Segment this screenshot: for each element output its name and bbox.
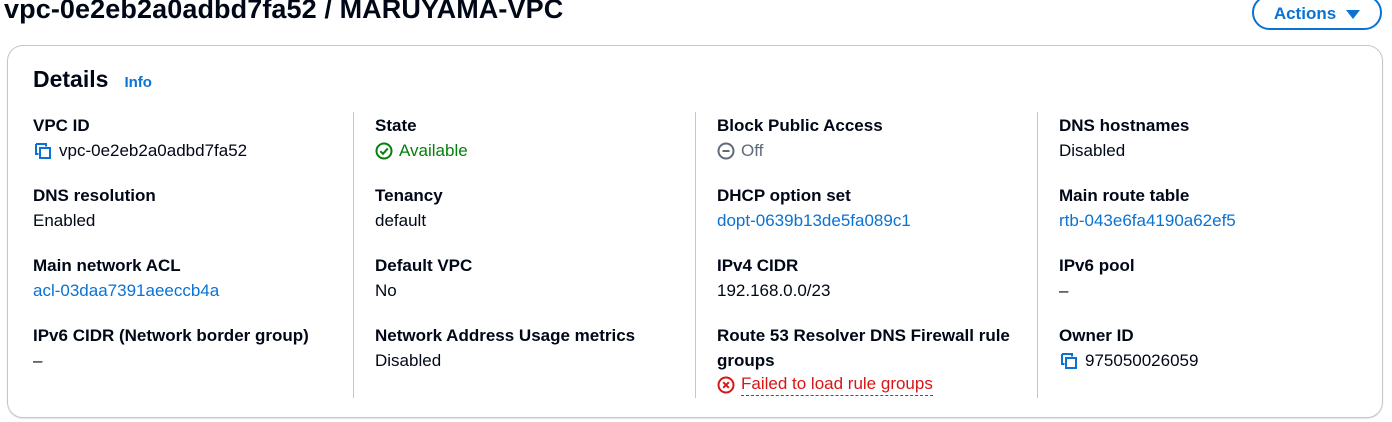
field-label: Block Public Access bbox=[717, 116, 883, 135]
dhcp-option-set-link[interactable]: dopt-0639b13de5fa089c1 bbox=[717, 208, 911, 233]
vpc-id-value: vpc-0e2eb2a0adbd7fa52 bbox=[59, 141, 248, 160]
field-label: Network Address Usage metrics bbox=[375, 326, 636, 345]
field-label: Route 53 Resolver DNS Firewall rule grou… bbox=[717, 326, 1010, 370]
minus-circle-icon bbox=[717, 142, 735, 160]
field-label: DNS resolution bbox=[33, 186, 156, 205]
field-route53-firewall: Route 53 Resolver DNS Firewall rule grou… bbox=[717, 323, 1037, 396]
copy-icon[interactable] bbox=[33, 141, 53, 161]
check-circle-icon bbox=[375, 142, 393, 160]
field-value-row: Available bbox=[375, 138, 695, 163]
details-grid: VPC ID vpc-0e2eb2a0adbd7fa52 DNS resolut… bbox=[8, 112, 1382, 402]
page-title: vpc-0e2eb2a0adbd7fa52 / MARUYAMA-VPC bbox=[4, 0, 564, 24]
main-route-table-link[interactable]: rtb-043e6fa4190a62ef5 bbox=[1059, 208, 1236, 233]
field-label: DNS hostnames bbox=[1059, 116, 1190, 135]
field-value-row: Off bbox=[717, 138, 1037, 163]
details-column-1: VPC ID vpc-0e2eb2a0adbd7fa52 DNS resolut… bbox=[33, 112, 375, 398]
main-network-acl-link[interactable]: acl-03daa7391aeeccb4a bbox=[33, 278, 219, 303]
state-value: Available bbox=[399, 141, 468, 160]
field-ipv6-pool: IPv6 pool – bbox=[1059, 253, 1379, 303]
field-label: Tenancy bbox=[375, 186, 443, 205]
details-column-4: DNS hostnames Disabled Main route table … bbox=[1037, 112, 1379, 398]
block-public-access-value: Off bbox=[741, 141, 764, 160]
field-default-vpc: Default VPC No bbox=[375, 253, 695, 303]
field-label: Main network ACL bbox=[33, 256, 181, 275]
field-nau-metrics: Network Address Usage metrics Disabled bbox=[375, 323, 695, 373]
caret-down-icon bbox=[1346, 9, 1361, 19]
details-header: Details Info bbox=[33, 66, 152, 93]
field-state: State Available bbox=[375, 113, 695, 163]
field-label: DHCP option set bbox=[717, 186, 851, 205]
details-title: Details bbox=[33, 66, 109, 92]
field-label: IPv6 CIDR (Network border group) bbox=[33, 326, 309, 345]
dns-hostnames-value: Disabled bbox=[1059, 141, 1126, 160]
actions-button-label: Actions bbox=[1273, 3, 1337, 23]
details-column-2: State Available Tenancy default Default … bbox=[353, 112, 695, 398]
field-vpc-id: VPC ID vpc-0e2eb2a0adbd7fa52 bbox=[33, 113, 353, 163]
default-vpc-value: No bbox=[375, 281, 397, 300]
x-circle-icon bbox=[717, 376, 735, 394]
owner-id-value: 975050026059 bbox=[1085, 351, 1199, 370]
field-main-route-table: Main route table rtb-043e6fa4190a62ef5 bbox=[1059, 183, 1379, 233]
field-label: VPC ID bbox=[33, 116, 90, 135]
field-dns-hostnames: DNS hostnames Disabled bbox=[1059, 113, 1379, 163]
dns-resolution-value: Enabled bbox=[33, 211, 96, 230]
nau-metrics-value: Disabled bbox=[375, 351, 442, 370]
field-value-row: 975050026059 bbox=[1059, 348, 1379, 373]
info-link[interactable]: Info bbox=[124, 74, 152, 91]
field-block-public-access: Block Public Access Off bbox=[717, 113, 1037, 163]
field-value-row: Failed to load rule groups bbox=[717, 373, 1037, 396]
field-label: Owner ID bbox=[1059, 326, 1134, 345]
ipv6-pool-value: – bbox=[1059, 281, 1069, 300]
field-label: Default VPC bbox=[375, 256, 473, 275]
field-label: IPv4 CIDR bbox=[717, 256, 799, 275]
field-tenancy: Tenancy default bbox=[375, 183, 695, 233]
copy-icon[interactable] bbox=[1059, 351, 1079, 371]
field-owner-id: Owner ID 975050026059 bbox=[1059, 323, 1379, 373]
field-value-row: vpc-0e2eb2a0adbd7fa52 bbox=[33, 138, 353, 163]
field-ipv4-cidr: IPv4 CIDR 192.168.0.0/23 bbox=[717, 253, 1037, 303]
field-main-network-acl: Main network ACL acl-03daa7391aeeccb4a bbox=[33, 253, 353, 303]
field-ipv6-cidr: IPv6 CIDR (Network border group) – bbox=[33, 323, 353, 373]
field-label: State bbox=[375, 116, 417, 135]
field-label: IPv6 pool bbox=[1059, 256, 1135, 275]
ipv4-cidr-value: 192.168.0.0/23 bbox=[717, 281, 831, 300]
actions-button[interactable]: Actions bbox=[1252, 0, 1382, 30]
ipv6-cidr-value: – bbox=[33, 351, 43, 370]
field-label: Main route table bbox=[1059, 186, 1190, 205]
route53-firewall-error[interactable]: Failed to load rule groups bbox=[741, 373, 933, 396]
field-dns-resolution: DNS resolution Enabled bbox=[33, 183, 353, 233]
details-column-3: Block Public Access Off DHCP option set … bbox=[695, 112, 1037, 398]
tenancy-value: default bbox=[375, 211, 427, 230]
details-panel: Details Info VPC ID vpc-0e2eb2a0adbd7fa5… bbox=[7, 45, 1383, 418]
field-dhcp-option-set: DHCP option set dopt-0639b13de5fa089c1 bbox=[717, 183, 1037, 233]
